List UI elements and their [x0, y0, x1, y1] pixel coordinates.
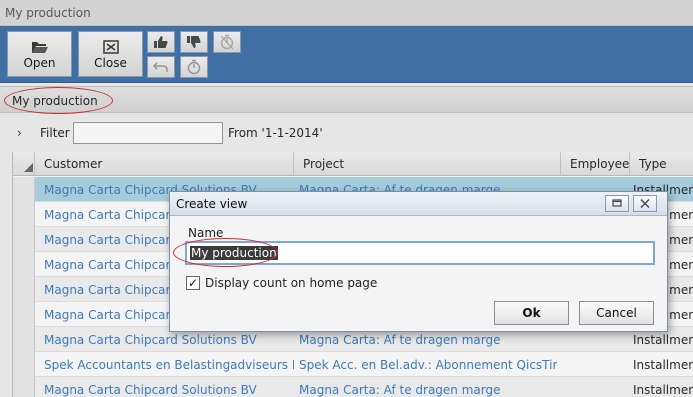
display-count-label: Display count on home page — [205, 276, 378, 290]
restore-icon — [612, 199, 622, 207]
name-value-annotation — [173, 238, 278, 267]
close-icon — [640, 199, 650, 208]
display-count-checkbox[interactable]: ✓ — [186, 276, 200, 290]
dialog-title: Create view — [176, 197, 248, 211]
restore-button[interactable] — [605, 195, 629, 212]
dialog-titlebar: Create view — [170, 192, 667, 216]
dialog-close-button[interactable] — [633, 195, 657, 212]
ok-button[interactable]: Ok — [494, 301, 569, 325]
cancel-button[interactable]: Cancel — [579, 301, 654, 325]
